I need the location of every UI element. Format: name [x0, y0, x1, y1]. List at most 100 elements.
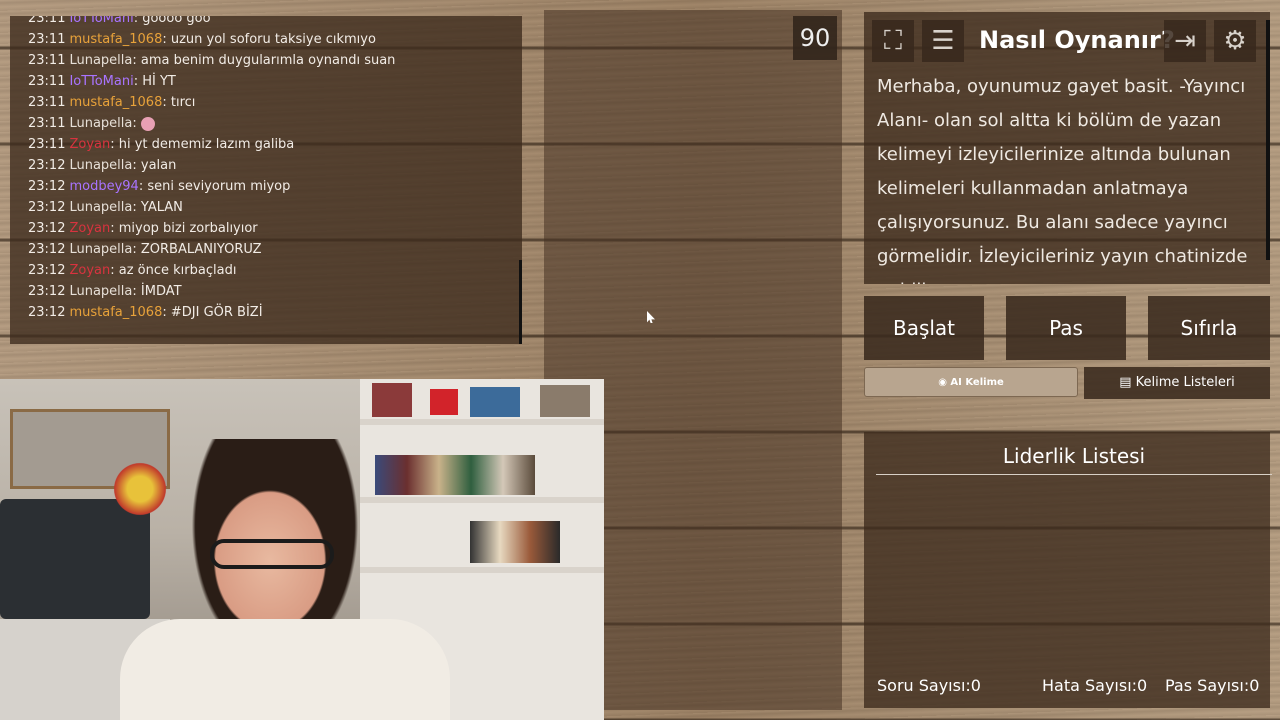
chat-timestamp: 23:11 [28, 32, 66, 47]
ai-word-label: AI Kelime [950, 377, 1004, 388]
chat-message: 23:12 Lunapella: ZORBALANIYORUZ [28, 239, 518, 260]
chat-timestamp: 23:12 [28, 305, 66, 320]
chat-panel: 23:11 IoTToMani: goooo goo 23:11 mustafa_10… [10, 16, 522, 344]
chat-timestamp: 23:12 [28, 158, 66, 173]
chat-message: 23:12 Lunapella: İMDAT [28, 281, 518, 302]
chat-message: 23:12 Zoyan: miyop bizi zorbalıyıor [28, 218, 518, 239]
chat-username[interactable]: mustafa_1068 [69, 32, 162, 47]
chat-text: İMDAT [140, 284, 182, 299]
chat-timestamp: 23:12 [28, 242, 66, 257]
chat-text: #DJI GÖR BİZİ [170, 305, 263, 320]
chat-message: 23:11 mustafa_1068: uzun yol soforu taksi… [28, 29, 518, 50]
chat-text: hi yt dememiz lazım galiba [118, 137, 295, 152]
timer-display: 90 [793, 16, 837, 60]
chat-timestamp: 23:11 [28, 16, 66, 26]
chat-text: miyop bizi zorbalıyıor [118, 221, 258, 236]
chat-text: seni seviyorum miyop [147, 179, 291, 194]
pass-button[interactable]: Pas [1006, 296, 1126, 360]
chat-message: 23:11 IoTToMani: Hİ YT [28, 71, 518, 92]
chat-username[interactable]: Lunapella [69, 116, 132, 131]
chat-message: 23:11 Lunapella: [28, 113, 518, 134]
chat-text: Hİ YT [142, 74, 176, 89]
chat-text: az önce kırbaçladı [118, 263, 237, 278]
ai-word-button[interactable]: ◉ AI Kelime [864, 367, 1078, 397]
chat-username[interactable]: Zoyan [69, 263, 110, 278]
chat-text: ZORBALANIYORUZ [140, 242, 262, 257]
chat-timestamp: 23:12 [28, 263, 66, 278]
chat-timestamp: 23:11 [28, 95, 66, 110]
how-to-play-panel: ⛶ ☰ Nasıl Oynanır? ⇥ ⚙ Merhaba, oyunumuz… [864, 12, 1270, 284]
chat-message: 23:11 Lunapella: ama benim duygularımla o… [28, 50, 518, 71]
chat-message: 23:12 modbey94: seni seviyorum miyop [28, 176, 518, 197]
chat-separator: : [132, 158, 141, 173]
word-lists-button[interactable]: ▤ Kelime Listeleri [1084, 367, 1270, 399]
chat-text: uzun yol soforu taksiye cıkmıyo [170, 32, 376, 47]
chat-message: 23:12 mustafa_1068: #DJI GÖR BİZİ [28, 302, 518, 323]
chat-separator: : [132, 200, 141, 215]
chat-separator: : [132, 116, 141, 131]
gear-icon[interactable]: ⚙ [1214, 20, 1256, 62]
question-count-value: 0 [970, 676, 981, 695]
chat-text: yalan [140, 158, 177, 173]
exit-icon[interactable]: ⇥ [1164, 20, 1206, 62]
chat-username[interactable]: Lunapella [69, 158, 132, 173]
chat-message: 23:11 mustafa_1068: tırcı [28, 92, 518, 113]
chat-text: goooo goo [142, 16, 211, 26]
chat-username[interactable]: IoTToMani [69, 74, 133, 89]
pass-count: Pas Sayısı:0 [1165, 676, 1259, 695]
chat-separator: : [133, 16, 143, 26]
chat-timestamp: 23:11 [28, 53, 66, 68]
chat-separator: : [110, 263, 119, 278]
how-to-play-scrollbar[interactable] [1266, 20, 1270, 260]
chat-separator: : [133, 74, 143, 89]
chat-message: 23:12 Lunapella: yalan [28, 155, 518, 176]
error-count-value: 0 [1137, 676, 1148, 695]
chat-scrollbar[interactable] [519, 260, 522, 344]
chat-separator: : [162, 32, 171, 47]
word-lists-label: Kelime Listeleri [1135, 375, 1235, 390]
how-to-play-text: Merhaba, oyunumuz gayet basit. -Yayıncı … [877, 76, 1248, 284]
leaderboard-panel: Liderlik Listesi Soru Sayısı:0 Hata Sayı… [864, 432, 1272, 708]
chat-username[interactable]: modbey94 [69, 179, 138, 194]
chat-username[interactable]: mustafa_1068 [69, 305, 162, 320]
chat-timestamp: 23:12 [28, 179, 66, 194]
chat-username[interactable]: mustafa_1068 [69, 95, 162, 110]
question-count: Soru Sayısı:0 [877, 676, 981, 695]
chat-message: 23:11 IoTToMani: goooo goo [28, 16, 518, 29]
pass-count-value: 0 [1249, 676, 1260, 695]
document-icon[interactable]: ☰ [922, 20, 964, 62]
leaderboard-title: Liderlik Listesi [876, 444, 1272, 475]
chat-message: 23:11 Zoyan: hi yt dememiz lazım galiba [28, 134, 518, 155]
chat-separator: : [162, 95, 171, 110]
chat-timestamp: 23:11 [28, 116, 66, 131]
pass-count-label: Pas Sayısı: [1165, 676, 1250, 695]
error-count-label: Hata Sayısı: [1042, 676, 1138, 695]
chat-username[interactable]: Lunapella [69, 242, 132, 257]
ai-icon: ◉ [938, 377, 951, 388]
chat-message: 23:12 Zoyan: az önce kırbaçladı [28, 260, 518, 281]
reset-button[interactable]: Sıfırla [1148, 296, 1270, 360]
chat-separator: : [132, 53, 141, 68]
chat-separator: : [162, 305, 171, 320]
fullscreen-icon[interactable]: ⛶ [872, 20, 914, 62]
chat-username[interactable]: Lunapella [69, 284, 132, 299]
chat-username[interactable]: IoTToMani [69, 16, 133, 26]
chat-timestamp: 23:12 [28, 200, 66, 215]
start-button[interactable]: Başlat [864, 296, 984, 360]
chat-username[interactable]: Lunapella [69, 53, 132, 68]
chat-separator: : [132, 284, 141, 299]
chat-separator: : [132, 242, 141, 257]
chat-text: YALAN [140, 200, 183, 215]
chat-timestamp: 23:12 [28, 284, 66, 299]
chat-username[interactable]: Zoyan [69, 221, 110, 236]
chat-timestamp: 23:12 [28, 221, 66, 236]
chat-message: 23:12 Lunapella: YALAN [28, 197, 518, 218]
chat-text: tırcı [170, 95, 196, 110]
notepad-icon: ▤ [1119, 375, 1136, 390]
how-to-play-title: Nasıl Oynanır? [979, 26, 1175, 54]
chat-message-list: 23:11 IoTToMani: goooo goo 23:11 mustafa_10… [28, 16, 518, 323]
chat-username[interactable]: Lunapella [69, 200, 132, 215]
chat-separator: : [110, 221, 119, 236]
chat-timestamp: 23:11 [28, 74, 66, 89]
chat-username[interactable]: Zoyan [69, 137, 110, 152]
